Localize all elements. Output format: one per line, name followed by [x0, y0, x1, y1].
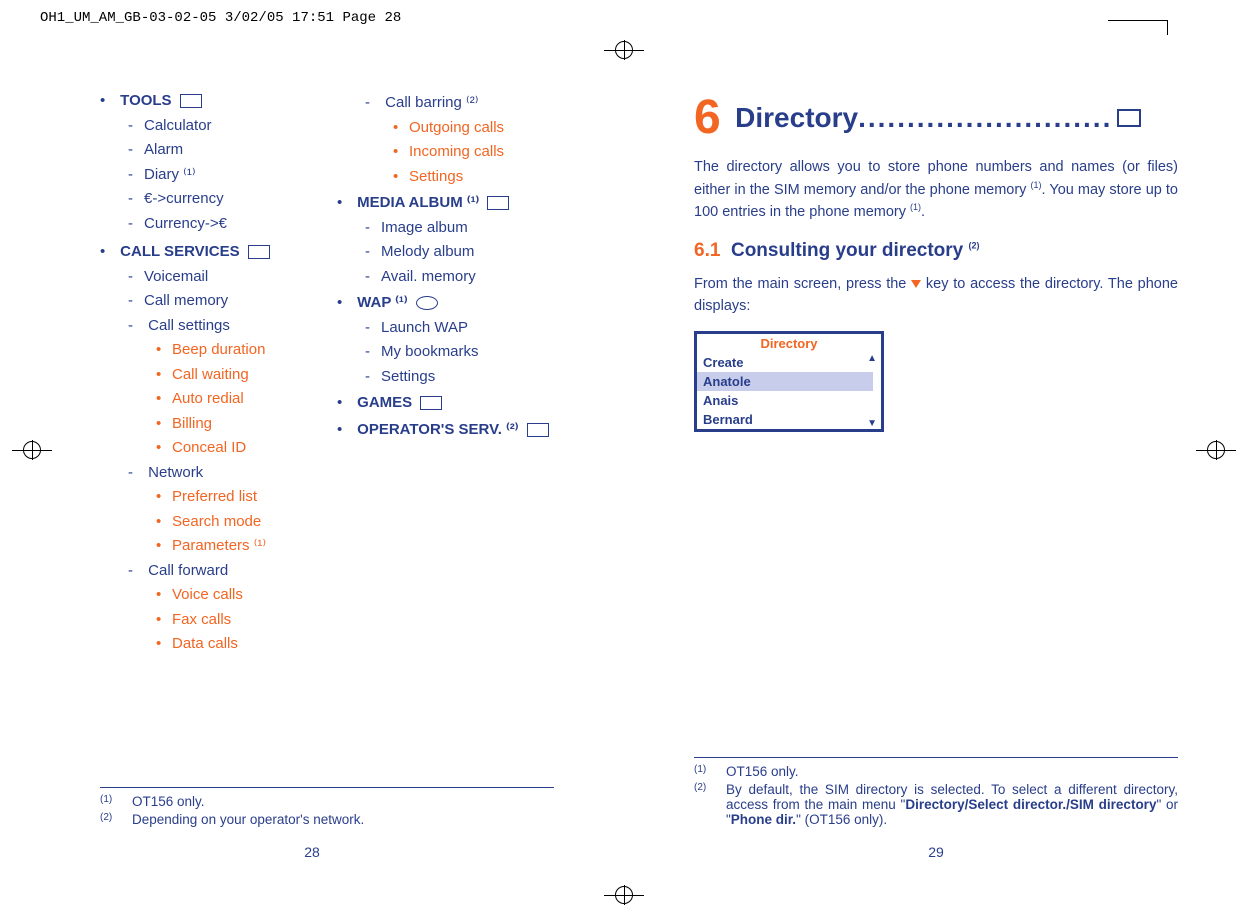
menu-item: Melody album — [353, 241, 554, 264]
submenu-item: Fax calls — [144, 609, 317, 632]
tools-heading: TOOLS — [120, 92, 171, 109]
directory-icon — [1117, 109, 1141, 127]
footnote-marker: (1) — [100, 794, 118, 809]
menu-item: Call barring ⁽²⁾ Outgoing calls Incoming… — [353, 92, 554, 188]
submenu-item: Search mode — [144, 511, 317, 534]
menu-item: Call forward Voice calls Fax calls Data … — [116, 560, 317, 656]
menu-item-label: Call settings — [148, 317, 230, 334]
submenu-item: Conceal ID — [144, 437, 317, 460]
submenu-item: Settings — [381, 166, 554, 189]
menu-item: Image album — [353, 217, 554, 240]
submenu-item: Outgoing calls — [381, 117, 554, 140]
menu-column-2: Call barring ⁽²⁾ Outgoing calls Incoming… — [337, 90, 554, 658]
menu-item: Alarm — [116, 139, 317, 162]
screen-row: Bernard — [697, 410, 881, 429]
page-number-right: 29 — [624, 844, 1248, 860]
screen-title: Directory — [697, 334, 881, 353]
section-number: 6.1 — [694, 240, 720, 261]
submenu-item: Billing — [144, 413, 317, 436]
operator-heading: OPERATOR'S SERV. ⁽²⁾ — [357, 421, 518, 438]
tools-icon — [180, 94, 202, 108]
menu-item: €->currency — [116, 188, 317, 211]
body-text: From the main screen, press the — [694, 276, 911, 292]
games-icon — [420, 396, 442, 410]
submenu-item: Beep duration — [144, 339, 317, 362]
scroll-down-icon: ▼ — [867, 418, 877, 429]
phone-screen-mockup: Directory ▲ Create Anatole Anais Bernard… — [694, 331, 884, 432]
menu-item: Settings — [353, 366, 554, 389]
media-album-icon — [487, 196, 509, 210]
page-29: 6 Directory.......................... Th… — [624, 70, 1248, 870]
menu-item: My bookmarks — [353, 341, 554, 364]
submenu-item: Voice calls — [144, 584, 317, 607]
menu-item: Launch WAP — [353, 317, 554, 340]
footnotes-right: (1) OT156 only. (2) By default, the SIM … — [694, 757, 1178, 830]
footnote-marker: (1) — [694, 764, 712, 779]
section-header: 6.1 Consulting your directory (2) — [694, 240, 1178, 262]
registration-mark-top — [604, 40, 644, 60]
footnote-marker: (2) — [100, 812, 118, 827]
footnote-part: " (OT156 only). — [796, 812, 887, 827]
footnote-text: By default, the SIM directory is selecte… — [726, 782, 1178, 827]
menu-item: Voicemail — [116, 266, 317, 289]
page-number-left: 28 — [0, 844, 624, 860]
menu-item: Call memory — [116, 290, 317, 313]
media-album-heading: MEDIA ALBUM ⁽¹⁾ — [357, 194, 479, 211]
intro-paragraph: The directory allows you to store phone … — [694, 157, 1178, 224]
section-title: Consulting your directory — [731, 240, 969, 261]
wap-icon — [416, 296, 438, 310]
print-header: OH1_UM_AM_GB-03-02-05 3/02/05 17:51 Page… — [40, 10, 401, 26]
call-services-icon — [248, 245, 270, 259]
menu-item: Avail. memory — [353, 266, 554, 289]
page-28: TOOLS Calculator Alarm Diary ⁽¹⁾ €->curr… — [0, 70, 624, 870]
title-dots: .......................... — [858, 102, 1112, 133]
crop-mark-top-right — [1108, 20, 1168, 35]
operator-icon — [527, 423, 549, 437]
screen-row: Create — [697, 353, 881, 372]
call-services-heading: CALL SERVICES — [120, 243, 239, 260]
wap-heading: WAP ⁽¹⁾ — [357, 294, 407, 311]
footnote-text: OT156 only. — [726, 764, 799, 779]
submenu-item: Data calls — [144, 633, 317, 656]
games-heading: GAMES — [357, 394, 412, 411]
submenu-item: Parameters ⁽¹⁾ — [144, 535, 317, 558]
menu-item: Currency->€ — [116, 213, 317, 236]
footnote-marker: (2) — [694, 782, 712, 827]
superscript: (1) — [910, 202, 921, 212]
menu-item: Calculator — [116, 115, 317, 138]
menu-item-label: Call barring ⁽²⁾ — [385, 94, 478, 111]
intro-text: . — [921, 204, 925, 220]
menu-item-label: Call forward — [148, 562, 228, 579]
menu-item: Diary ⁽¹⁾ — [116, 164, 317, 187]
screen-row: Anais — [697, 391, 881, 410]
footnote-bold: Phone dir. — [731, 812, 796, 827]
screen-row-selected: Anatole — [697, 372, 881, 391]
menu-item-label: Network — [148, 464, 203, 481]
menu-item: Call settings Beep duration Call waiting… — [116, 315, 317, 460]
section-body: From the main screen, press the key to a… — [694, 274, 1178, 318]
footnote-text: Depending on your operator's network. — [132, 812, 364, 827]
footnote-bold: Directory/Select director./SIM directory — [905, 797, 1156, 812]
menu-item: Network Preferred list Search mode Param… — [116, 462, 317, 558]
footnotes-left: (1) OT156 only. (2) Depending on your op… — [100, 787, 554, 830]
chapter-number: 6 — [694, 90, 721, 145]
submenu-item: Call waiting — [144, 364, 317, 387]
scroll-up-icon: ▲ — [867, 353, 877, 364]
superscript: (1) — [1031, 180, 1042, 190]
registration-mark-bottom — [604, 885, 644, 905]
menu-column-1: TOOLS Calculator Alarm Diary ⁽¹⁾ €->curr… — [100, 90, 317, 658]
chapter-title: Directory — [735, 102, 858, 133]
footnote-text: OT156 only. — [132, 794, 205, 809]
down-key-icon — [911, 280, 921, 288]
superscript: (2) — [969, 241, 980, 251]
submenu-item: Auto redial — [144, 388, 317, 411]
chapter-header: 6 Directory.......................... — [694, 90, 1178, 145]
submenu-item: Incoming calls — [381, 141, 554, 164]
submenu-item: Preferred list — [144, 486, 317, 509]
